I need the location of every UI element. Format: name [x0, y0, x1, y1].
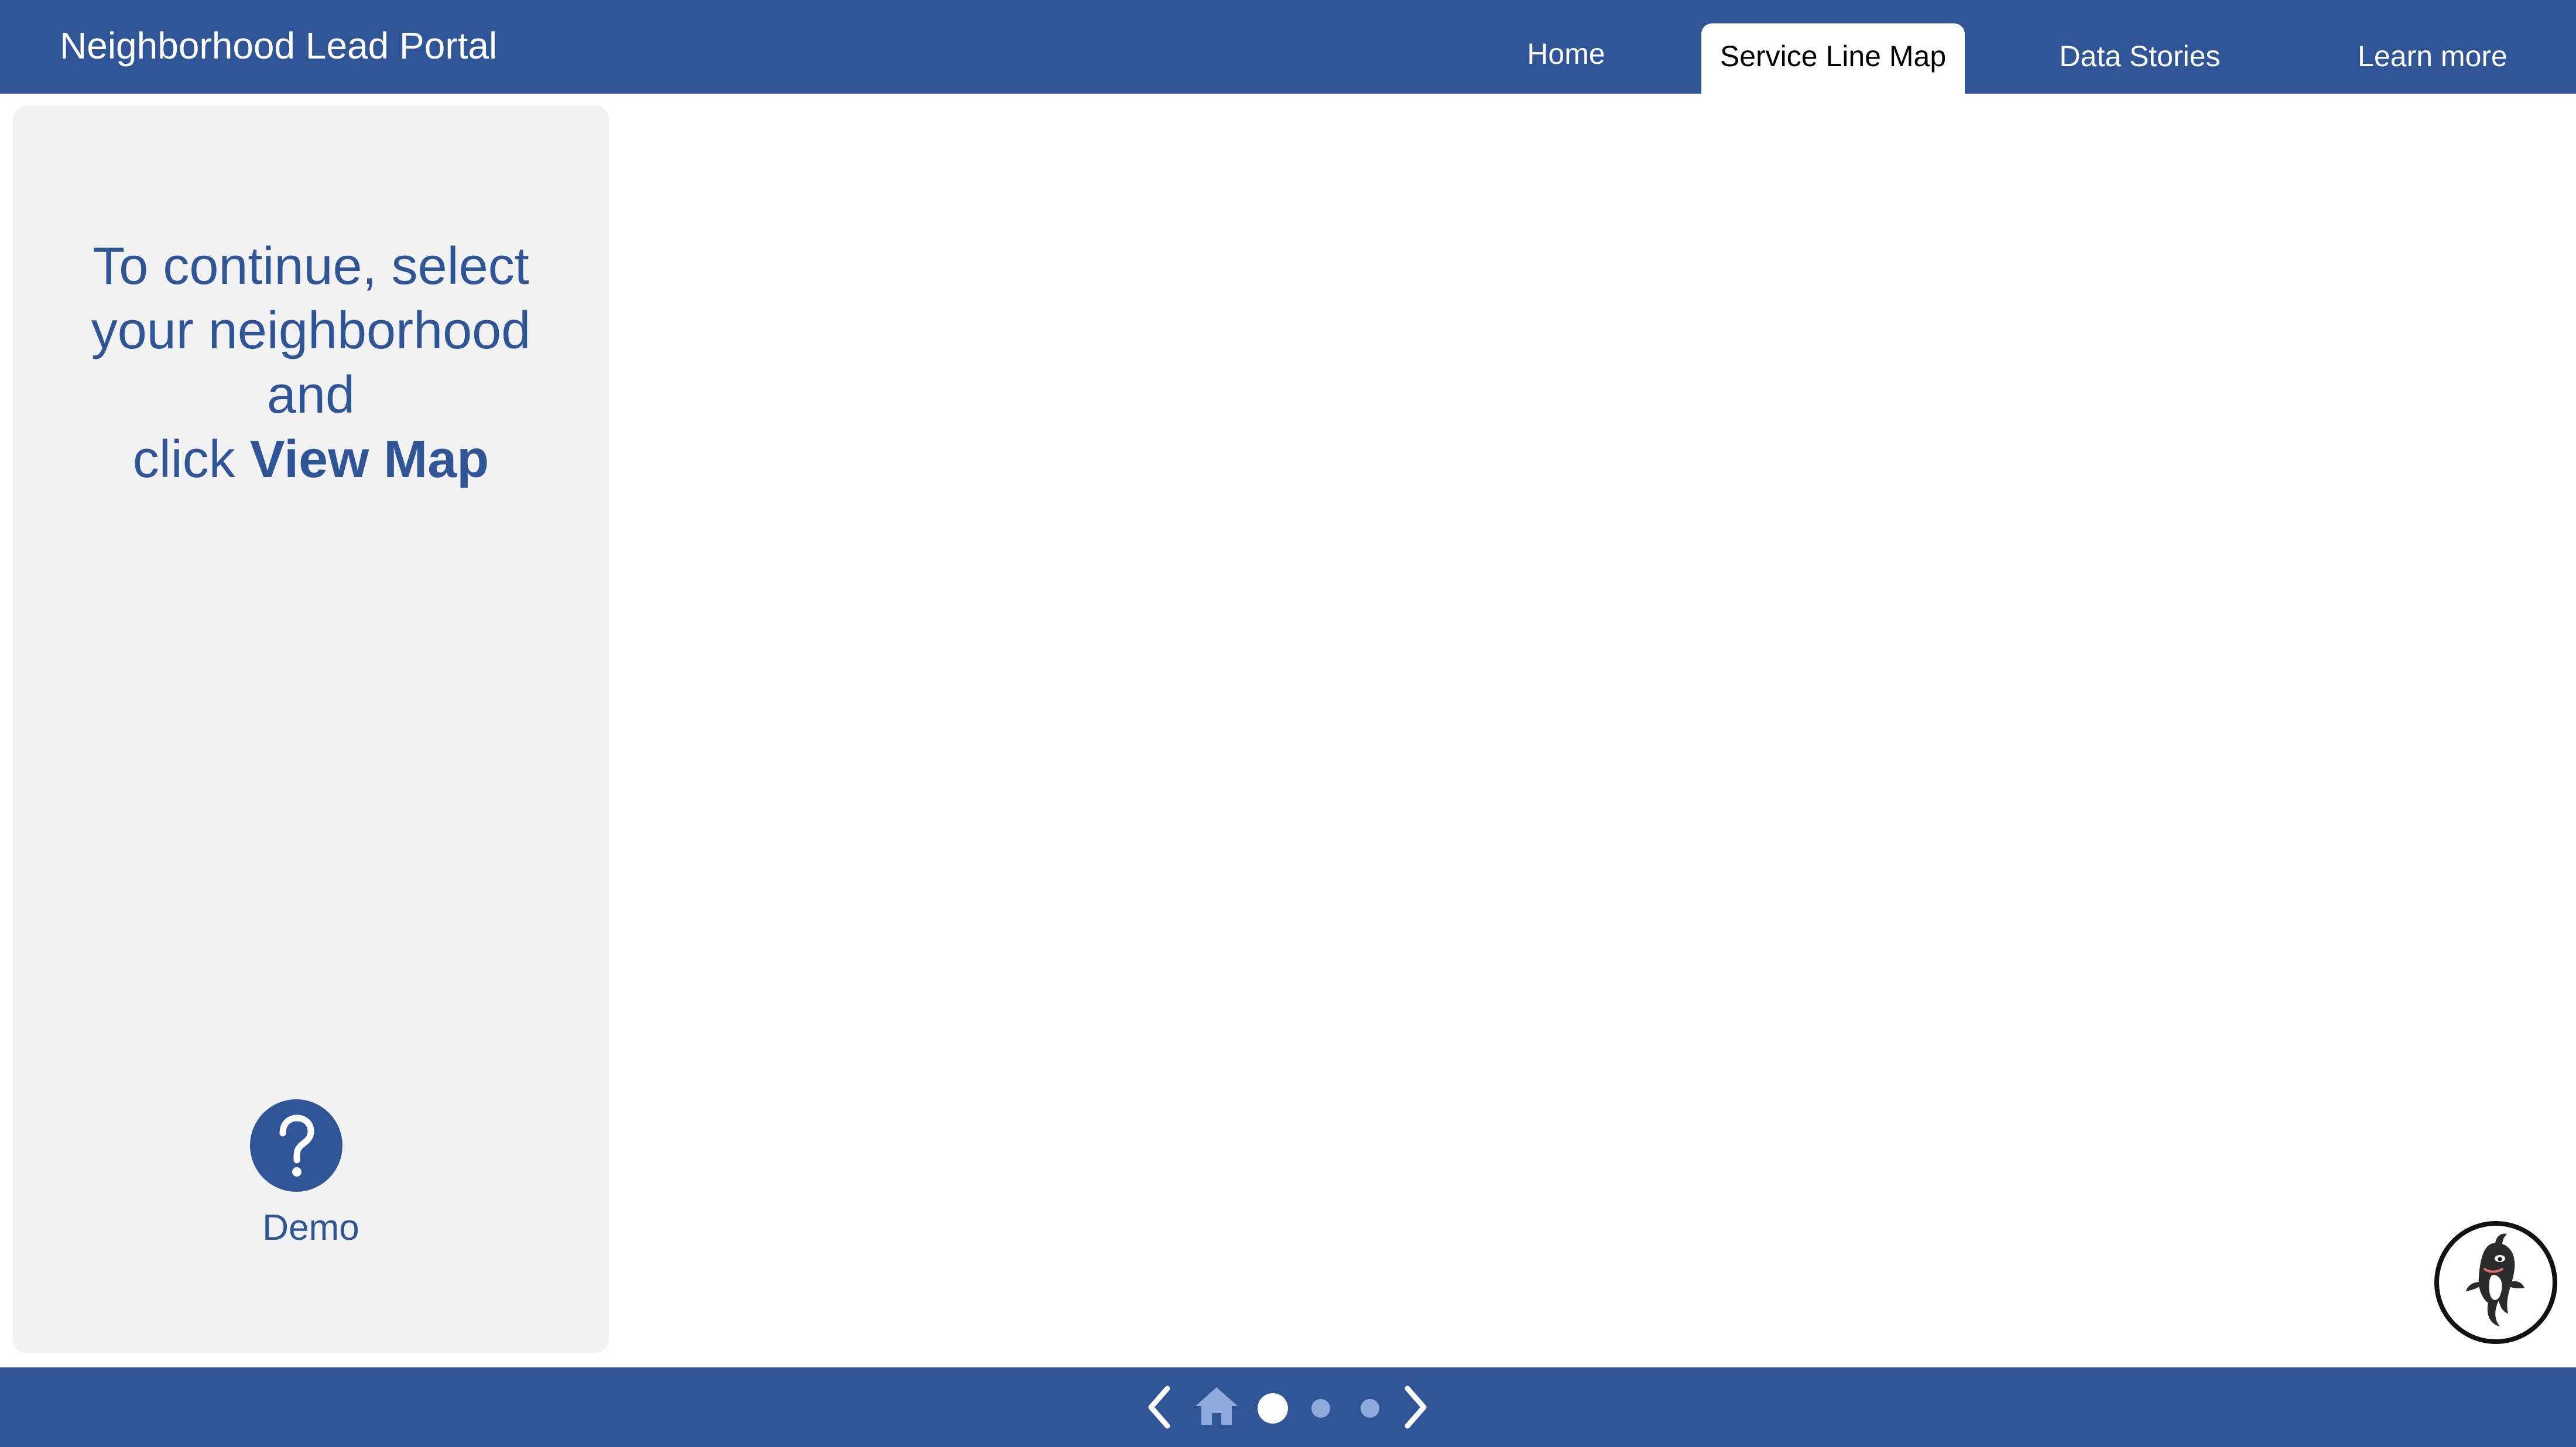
instruction-text: To continue, select your neighborhood an… — [13, 234, 609, 492]
home-icon — [1195, 1387, 1238, 1425]
chevron-left-icon — [1148, 1386, 1170, 1429]
previous-page-button[interactable] — [1142, 1384, 1177, 1431]
bottom-nav-bar — [0, 1367, 2576, 1447]
tab-data-stories[interactable]: Data Stories — [2026, 23, 2254, 94]
demo-label[interactable]: Demo — [13, 1205, 609, 1251]
instruction-line-2: your neighborhood — [91, 301, 531, 360]
instruction-view-map-text: View Map — [249, 430, 489, 489]
assistant-button[interactable] — [2434, 1221, 2557, 1344]
tab-learn-more[interactable]: Learn more — [2324, 23, 2541, 94]
app-title: Neighborhood Lead Portal — [60, 25, 498, 67]
instruction-click-text: click — [132, 430, 250, 489]
tab-service-line-map[interactable]: Service Line Map — [1701, 23, 1965, 94]
demo-help-button[interactable] — [250, 1099, 342, 1192]
page-dot-3[interactable] — [1361, 1399, 1379, 1418]
orca-mascot-icon — [2466, 1233, 2524, 1326]
instruction-line-4: click View Map — [13, 427, 609, 492]
top-nav-bar: Neighborhood Lead Portal Home Service Li… — [0, 0, 2576, 94]
sidebar-panel: To continue, select your neighborhood an… — [13, 105, 609, 1353]
instruction-line-1: To continue, select — [93, 237, 529, 296]
next-page-button[interactable] — [1398, 1384, 1433, 1431]
page-dot-2[interactable] — [1311, 1399, 1330, 1418]
map-area — [621, 94, 2576, 1367]
instruction-line-3: and — [266, 366, 355, 424]
question-mark-icon — [279, 1115, 314, 1177]
tab-home[interactable]: Home — [1487, 23, 1645, 94]
page-dot-1[interactable] — [1258, 1393, 1288, 1424]
chevron-right-icon — [1405, 1386, 1427, 1429]
home-nav-button[interactable] — [1193, 1385, 1240, 1427]
